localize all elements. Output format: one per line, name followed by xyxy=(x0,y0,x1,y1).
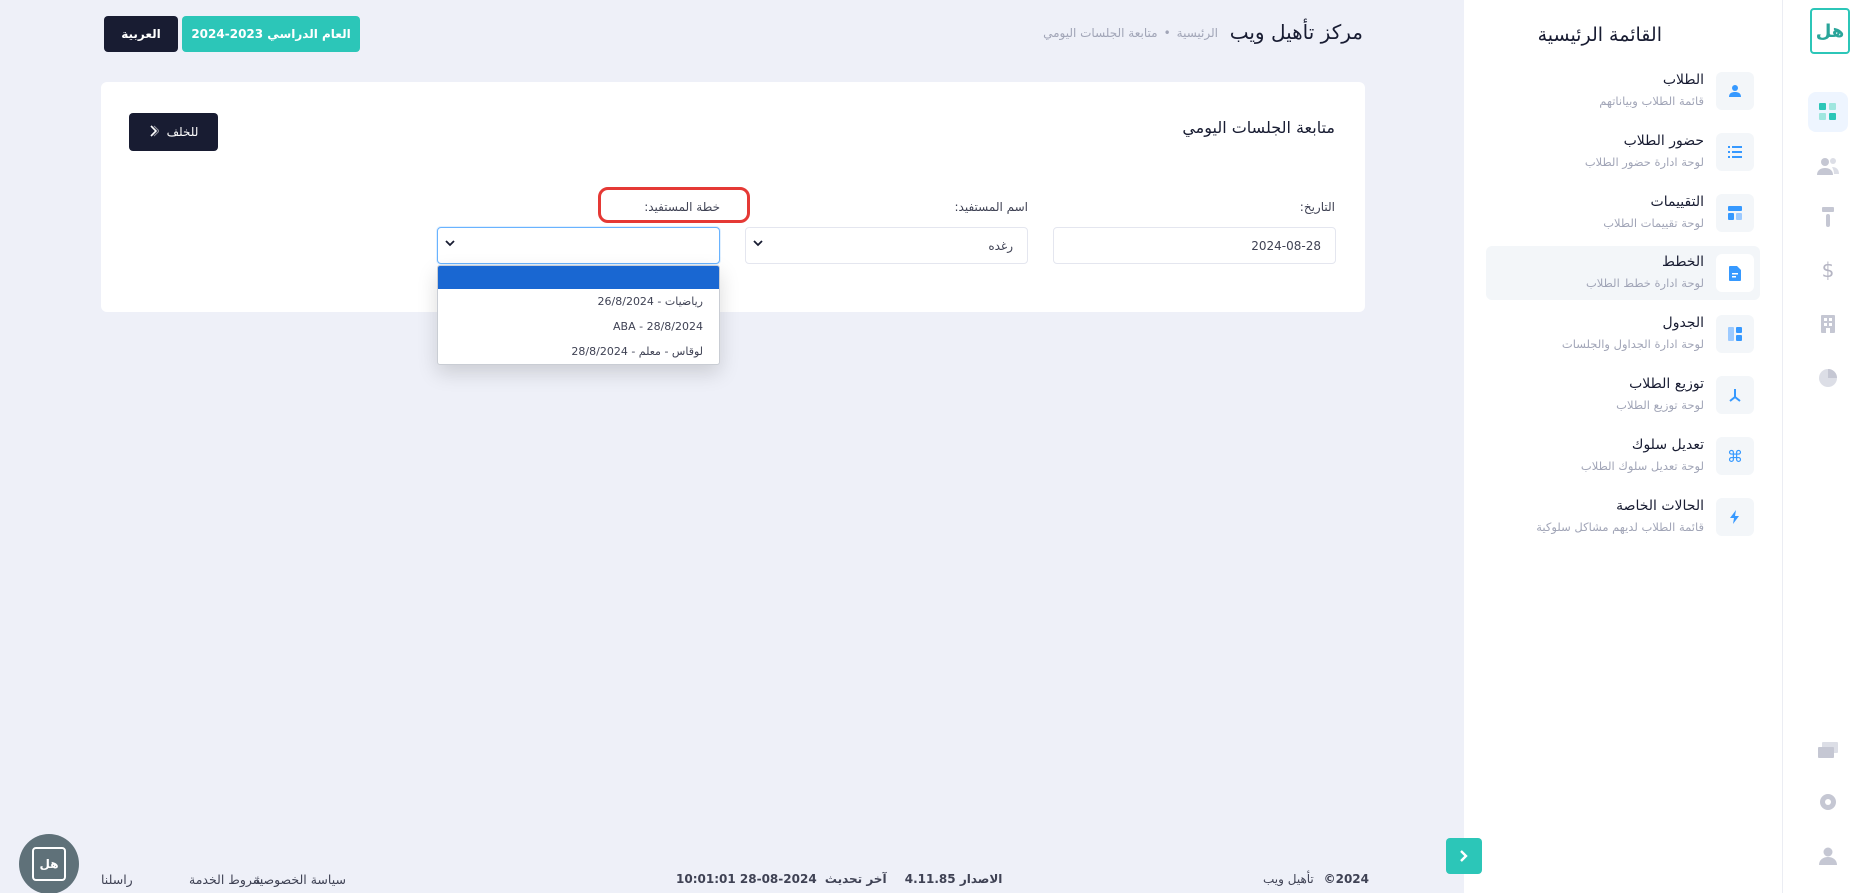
sidebar-item-distribution[interactable]: توزيع الطلاب لوحة توزيع الطلاب xyxy=(1486,368,1760,422)
footer-year: 2024© xyxy=(1323,872,1369,886)
sidebar-menu: القائمة الرئيسية الطلاب قائمة الطلاب وبي… xyxy=(1464,0,1782,893)
dropdown-option[interactable]: رياضيات - 26/8/2024 xyxy=(438,289,719,314)
dollar-icon[interactable]: $ xyxy=(1808,250,1848,290)
sidebar-item-label: حضور الطلاب xyxy=(1623,133,1704,149)
dropdown-option[interactable]: لوقاس - معلم - 28/8/2024 xyxy=(438,339,719,364)
table-icon xyxy=(1716,315,1754,353)
student-icon xyxy=(1716,72,1754,110)
sidebar-item-special-cases[interactable]: الحالات الخاصة قائمة الطلاب لديهم مشاكل … xyxy=(1486,490,1760,544)
version-label: الاصدار xyxy=(959,872,1003,886)
footer-copyright: 2024© تأهيل ويب xyxy=(1263,872,1369,886)
settings-icon[interactable] xyxy=(1808,782,1848,822)
sidebar-item-subtitle: لوحة ادارة حضور الطلاب xyxy=(1584,155,1704,169)
users-icon[interactable] xyxy=(1808,146,1848,186)
card-title: متابعة الجلسات اليومي xyxy=(1182,118,1335,137)
layout-icon xyxy=(1716,194,1754,232)
back-button-label: للخلف xyxy=(166,125,199,139)
beneficiary-name-value: رغده xyxy=(988,239,1013,253)
contact-link[interactable]: راسلنا xyxy=(101,872,133,887)
chat-avatar-button[interactable]: هل xyxy=(19,834,79,893)
logo-text: هل xyxy=(1815,20,1845,42)
sidebar-item-subtitle: لوحة توزيع الطلاب xyxy=(1616,398,1704,412)
sidebar-item-subtitle: قائمة الطلاب لديهم مشاكل سلوكية xyxy=(1536,520,1704,534)
chart-icon[interactable] xyxy=(1808,358,1848,398)
chevron-right-icon xyxy=(1460,850,1468,862)
list-icon xyxy=(1716,133,1754,171)
logo-icon: هل xyxy=(32,847,66,881)
document-icon xyxy=(1716,254,1754,292)
bolt-icon xyxy=(1716,498,1754,536)
date-value: 2024-08-28 xyxy=(1251,239,1321,253)
language-button[interactable]: العربية xyxy=(104,16,178,52)
date-label: التاريخ: xyxy=(1299,200,1335,214)
privacy-link[interactable]: سياسة الخصوصية xyxy=(253,872,346,887)
sidebar-item-subtitle: لوحة تقييمات الطلاب xyxy=(1603,216,1704,230)
chevron-right-icon xyxy=(149,124,160,140)
sidebar-item-behavior[interactable]: ⌘ تعديل سلوك لوحة تعديل سلوك الطلاب xyxy=(1486,429,1760,483)
sidebar-item-schedule[interactable]: الجدول لوحة ادارة الجداول والجلسات xyxy=(1486,307,1760,361)
version-value: 4.11.85 xyxy=(904,872,956,886)
page-title: مركز تأهيل ويب xyxy=(1229,20,1363,44)
chevron-down-icon xyxy=(753,240,763,247)
date-field[interactable]: 2024-08-28 xyxy=(1053,227,1336,264)
breadcrumb: الرئيسية•متابعة الجلسات اليومي xyxy=(1043,26,1218,40)
sidebar-item-subtitle: لوحة ادارة خطط الطلاب xyxy=(1585,276,1704,290)
footer-version: الاصدار 4.11.85 آخر تحديث 2024-08-28 10:… xyxy=(676,872,1002,886)
breadcrumb-home[interactable]: الرئيسية xyxy=(1177,26,1218,40)
sidebar-item-attendance[interactable]: حضور الطلاب لوحة ادارة حضور الطلاب xyxy=(1486,125,1760,179)
sidebar-item-label: الطلاب xyxy=(1662,72,1704,88)
sidebar-item-subtitle: قائمة الطلاب وبياناتهم xyxy=(1599,94,1704,108)
dropdown-option[interactable] xyxy=(438,266,719,289)
icon-rail: هل $ xyxy=(1782,0,1872,893)
terms-link[interactable]: شروط الخدمة xyxy=(189,872,263,887)
footer-brand[interactable]: تأهيل ويب xyxy=(1263,872,1314,886)
beneficiary-name-select[interactable]: رغده xyxy=(745,227,1028,264)
sidebar-item-subtitle: لوحة ادارة الجداول والجلسات xyxy=(1561,337,1704,351)
sidebar-item-label: التقييمات xyxy=(1650,194,1704,210)
app-logo[interactable]: هل xyxy=(1810,8,1850,54)
back-button[interactable]: للخلف xyxy=(129,113,218,151)
distribution-icon xyxy=(1716,376,1754,414)
sidebar-item-evaluations[interactable]: التقييمات لوحة تقييمات الطلاب xyxy=(1486,186,1760,240)
sidebar-title: القائمة الرئيسية xyxy=(1537,24,1662,46)
sidebar-item-label: تعديل سلوك xyxy=(1631,437,1704,453)
sidebar-item-label: الجدول xyxy=(1662,315,1704,331)
sidebar-toggle-button[interactable] xyxy=(1446,838,1482,874)
dropdown-option[interactable]: ABA - 28/8/2024 xyxy=(438,314,719,339)
plan-label-highlight xyxy=(598,187,750,223)
sidebar-item-plans[interactable]: الخطط لوحة ادارة خطط الطلاب xyxy=(1486,246,1760,300)
cards-icon[interactable] xyxy=(1808,730,1848,770)
dashboard-icon[interactable] xyxy=(1808,92,1848,132)
breadcrumb-current: متابعة الجلسات اليومي xyxy=(1043,26,1158,40)
chevron-down-icon xyxy=(445,240,455,247)
sidebar-item-label: الخطط xyxy=(1662,254,1704,270)
sidebar-item-students[interactable]: الطلاب قائمة الطلاب وبياناتهم xyxy=(1486,64,1760,118)
sidebar-item-label: الحالات الخاصة xyxy=(1616,498,1704,514)
beneficiary-name-label: اسم المستفيد: xyxy=(954,200,1028,214)
sidebar-item-label: توزيع الطلاب xyxy=(1629,376,1704,392)
academic-year-button[interactable]: العام الدراسي 2023-2024 xyxy=(182,16,360,52)
user-icon[interactable] xyxy=(1808,836,1848,876)
brush-icon[interactable] xyxy=(1808,197,1848,237)
building-icon[interactable] xyxy=(1808,304,1848,344)
command-icon: ⌘ xyxy=(1716,437,1754,475)
plan-dropdown-list: رياضيات - 26/8/2024 ABA - 28/8/2024 لوقا… xyxy=(437,265,720,365)
last-update-label: آخر تحديث xyxy=(824,872,887,886)
sidebar-item-subtitle: لوحة تعديل سلوك الطلاب xyxy=(1580,459,1704,473)
beneficiary-plan-select[interactable] xyxy=(437,227,720,264)
last-update-value: 2024-08-28 10:01:01 xyxy=(676,872,817,886)
